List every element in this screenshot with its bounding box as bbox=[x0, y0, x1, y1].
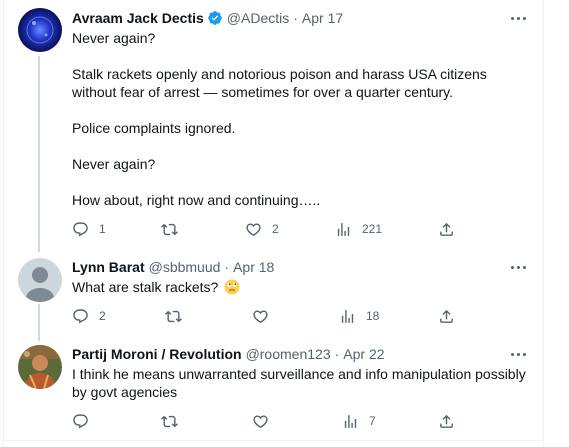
share-icon bbox=[438, 221, 455, 238]
tweet-text-line: Never again? bbox=[72, 30, 156, 46]
tweet-text-line: Never again? bbox=[72, 156, 156, 172]
like-count: 2 bbox=[272, 222, 279, 236]
tweet-actions: 1 2 221 bbox=[72, 219, 462, 239]
avatar[interactable] bbox=[18, 258, 62, 302]
share-button[interactable] bbox=[438, 411, 455, 431]
divider bbox=[3, 440, 543, 441]
separator: · bbox=[293, 10, 298, 26]
views-button[interactable]: 18 bbox=[339, 306, 379, 326]
views-count: 18 bbox=[366, 309, 380, 323]
tweet-actions: 2 18 bbox=[72, 306, 462, 326]
tweet-text-line: How about, right now and continuing….. bbox=[72, 192, 321, 208]
heart-icon bbox=[252, 308, 269, 325]
avatar[interactable] bbox=[18, 8, 62, 52]
more-icon[interactable] bbox=[507, 344, 529, 364]
like-button[interactable] bbox=[252, 411, 279, 431]
author-handle[interactable]: @sbbmuud bbox=[149, 259, 221, 275]
views-icon bbox=[339, 308, 356, 325]
views-icon bbox=[335, 221, 352, 238]
tweet-date[interactable]: Apr 17 bbox=[302, 10, 343, 26]
heart-icon bbox=[245, 221, 262, 238]
retweet-icon bbox=[161, 413, 178, 430]
reply-button[interactable]: 1 bbox=[72, 219, 106, 239]
thread-connector bbox=[38, 56, 40, 252]
like-button[interactable]: 2 bbox=[245, 219, 279, 239]
views-count: 221 bbox=[362, 222, 383, 236]
reply-count: 2 bbox=[99, 309, 106, 323]
reply-button[interactable]: 2 bbox=[72, 306, 106, 326]
tweet-text-line: Stalk rackets openly and notorious poiso… bbox=[72, 66, 487, 100]
tweet-actions: 7 bbox=[72, 411, 462, 431]
avatar[interactable] bbox=[18, 345, 62, 389]
author-name[interactable]: Lynn Barat bbox=[72, 259, 145, 275]
more-icon[interactable] bbox=[507, 257, 529, 277]
reply-icon bbox=[72, 413, 89, 430]
tweet-text: What are stalk rackets? bbox=[72, 278, 240, 296]
separator: · bbox=[334, 346, 340, 362]
thread-connector bbox=[38, 304, 40, 341]
author-handle[interactable]: @ADectis bbox=[227, 10, 289, 26]
share-icon bbox=[438, 413, 455, 430]
more-icon[interactable] bbox=[507, 8, 529, 28]
tweet-header: Avraam Jack Dectis @ADectis · Apr 17 bbox=[72, 8, 343, 28]
reply-icon bbox=[72, 221, 89, 238]
like-button[interactable] bbox=[252, 306, 279, 326]
reply-count: 1 bbox=[99, 222, 106, 236]
retweet-button[interactable] bbox=[165, 306, 192, 326]
tweet-text-line: What are stalk rackets? bbox=[72, 279, 219, 295]
separator: · bbox=[224, 259, 230, 275]
share-button[interactable] bbox=[438, 306, 455, 326]
tweet-header: Lynn Barat @sbbmuud · Apr 18 bbox=[72, 257, 274, 277]
share-icon bbox=[438, 308, 455, 325]
heart-icon bbox=[252, 413, 269, 430]
author-name[interactable]: Avraam Jack Dectis bbox=[72, 10, 204, 26]
retweet-icon bbox=[165, 308, 182, 325]
retweet-icon bbox=[161, 221, 178, 238]
tweet-text-line: Police complaints ignored. bbox=[72, 120, 236, 136]
face-with-rolling-eyes-icon bbox=[224, 279, 240, 295]
views-button[interactable]: 7 bbox=[342, 411, 376, 431]
views-count: 7 bbox=[369, 414, 376, 428]
author-handle[interactable]: @roomen123 bbox=[246, 346, 331, 362]
tweet-date[interactable]: Apr 18 bbox=[233, 259, 274, 275]
views-icon bbox=[342, 413, 359, 430]
reply-button[interactable] bbox=[72, 411, 99, 431]
tweet-text: Never again? Stalk rackets openly and no… bbox=[72, 29, 512, 209]
tweet-header: Partij Moroni / Revolution @roomen123 · … bbox=[72, 344, 385, 364]
verified-badge-icon bbox=[207, 10, 223, 26]
author-name[interactable]: Partij Moroni / Revolution bbox=[72, 346, 242, 362]
tweet-date[interactable]: Apr 22 bbox=[343, 346, 384, 362]
retweet-button[interactable] bbox=[161, 411, 188, 431]
tweet-text-line: I think he means unwarranted surveillanc… bbox=[72, 366, 526, 400]
views-button[interactable]: 221 bbox=[335, 219, 382, 239]
retweet-button[interactable] bbox=[161, 219, 188, 239]
share-button[interactable] bbox=[438, 219, 455, 239]
tweet-text: I think he means unwarranted surveillanc… bbox=[72, 365, 530, 401]
reply-icon bbox=[72, 308, 89, 325]
